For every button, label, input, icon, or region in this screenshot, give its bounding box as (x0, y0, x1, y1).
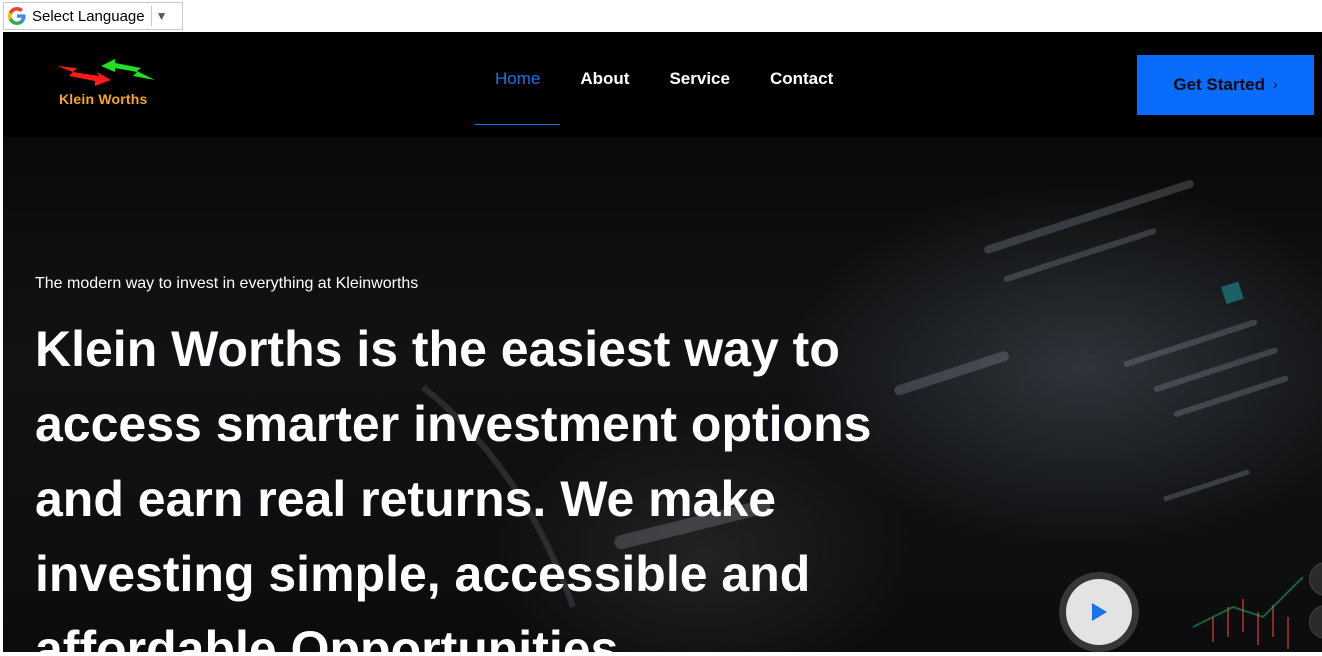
nav-about[interactable]: About (560, 32, 649, 125)
nav-contact[interactable]: Contact (750, 32, 853, 125)
google-g-icon (8, 7, 26, 25)
play-button-inner (1066, 579, 1132, 645)
play-video-button[interactable] (1059, 572, 1139, 652)
page: Klein Worths Home About Service Contact … (3, 32, 1322, 652)
nav-service[interactable]: Service (649, 32, 750, 125)
translate-label: Select Language (32, 7, 145, 25)
main-nav: Home About Service Contact (475, 32, 853, 137)
hero-headline: Klein Worths is the easiest way to acces… (35, 321, 872, 652)
hero-section: The modern way to invest in everything a… (3, 137, 1322, 652)
dropdown-arrow-icon[interactable]: ▼ (156, 9, 168, 23)
play-icon (1092, 603, 1107, 621)
logo-text: Klein Worths (59, 91, 148, 107)
logo[interactable]: Klein Worths (55, 58, 167, 110)
site-header: Klein Worths Home About Service Contact … (3, 32, 1322, 137)
translate-divider (150, 6, 152, 26)
logo-arrows-icon (57, 59, 155, 86)
nav-home[interactable]: Home (475, 32, 561, 125)
translate-widget[interactable]: Select Language ▼ (3, 2, 183, 30)
get-started-label: Get Started (1173, 75, 1265, 94)
chevron-right-icon: › (1272, 76, 1278, 92)
get-started-button[interactable]: Get Started › (1137, 55, 1314, 115)
hero-tagline: The modern way to invest in everything a… (35, 275, 419, 292)
